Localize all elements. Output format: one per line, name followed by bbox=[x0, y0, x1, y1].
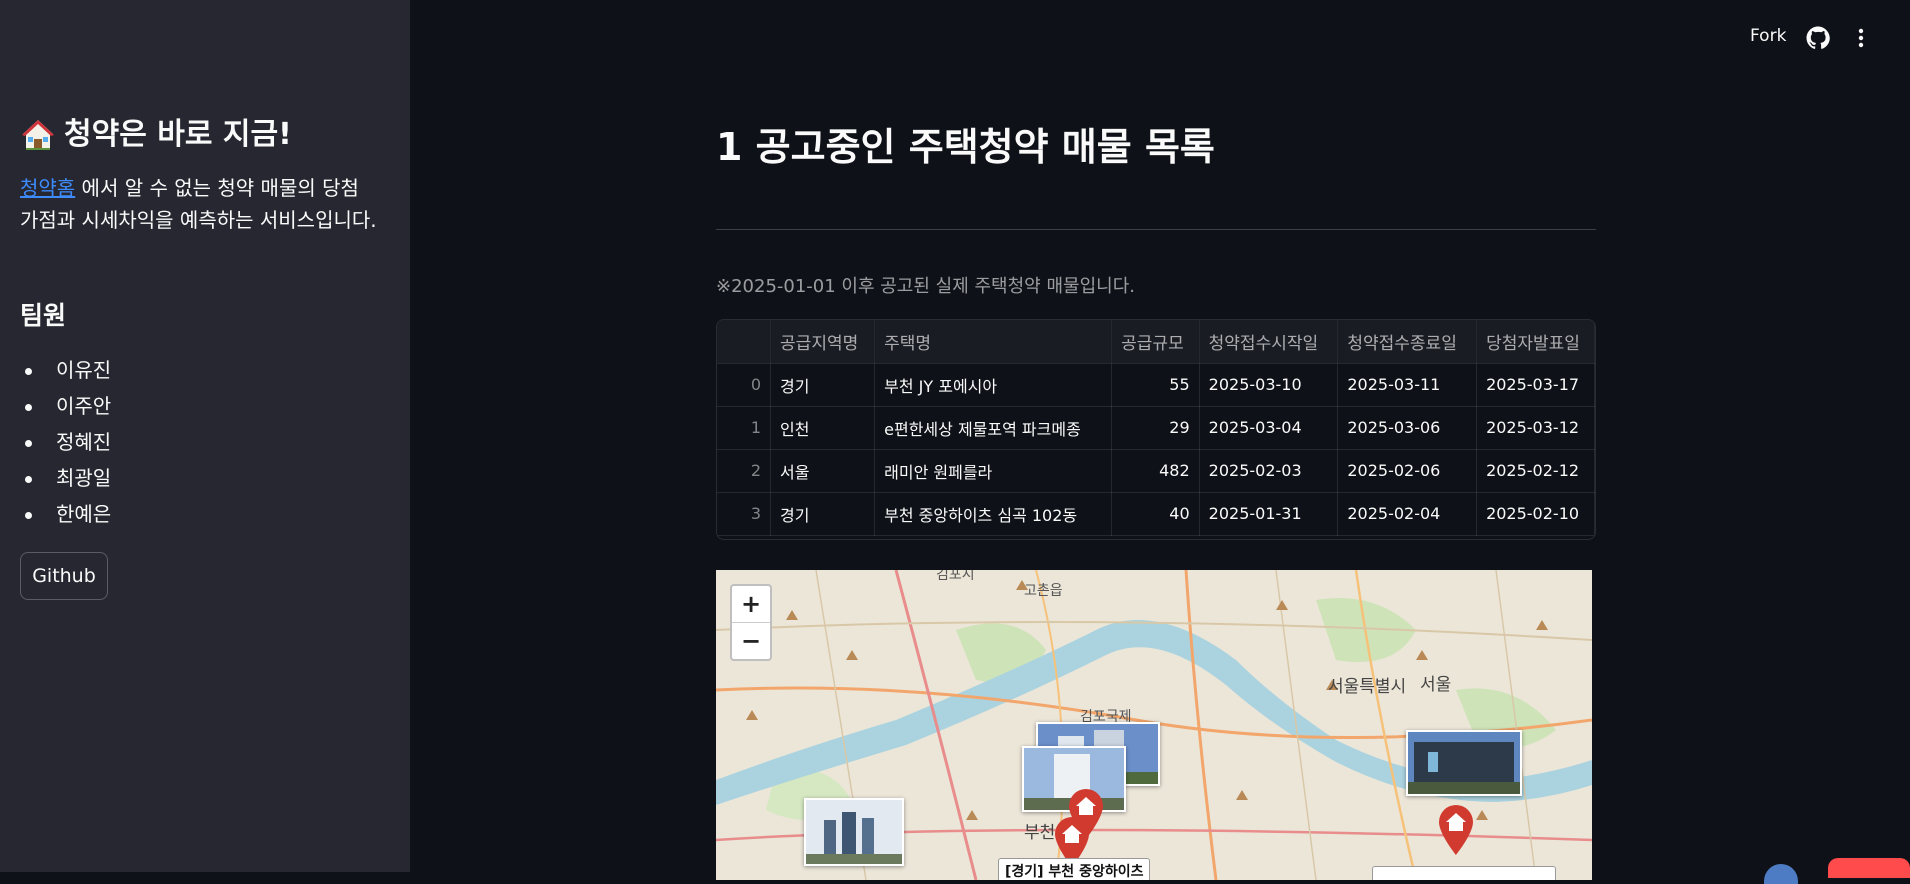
zoom-in-button[interactable]: + bbox=[732, 586, 770, 623]
table-row: 3 경기 부천 중앙하이츠 심곡 102동 40 2025-01-31 2025… bbox=[717, 492, 1595, 536]
table-cell[interactable]: 2025-03-11 bbox=[1337, 363, 1478, 407]
table-cell[interactable]: 서울 bbox=[770, 449, 876, 493]
sidebar-title: 청약은 바로 지금! bbox=[20, 112, 292, 158]
map-label-bucheon: 부천 bbox=[1024, 823, 1056, 843]
table-row: 2 서울 래미안 원페를라 482 2025-02-03 2025-02-06 … bbox=[717, 449, 1595, 493]
more-vertical-icon[interactable] bbox=[1853, 27, 1869, 49]
table-cell[interactable]: 2025-02-03 bbox=[1199, 449, 1339, 493]
sidebar: 청약은 바로 지금! 청약홈 에서 알 수 없는 청약 매물의 당첨 가점과 시… bbox=[0, 0, 410, 872]
fork-button[interactable]: Fork bbox=[1750, 26, 1786, 46]
column-header-supply-size[interactable]: 공급규모 bbox=[1111, 320, 1200, 364]
table-header-row: 공급지역명 주택명 공급규모 청약접수시작일 청약접수종료일 당첨자발표일 bbox=[717, 320, 1595, 364]
column-header-index[interactable] bbox=[717, 320, 772, 364]
table-row: 0 경기 부천 JY 포에시아 55 2025-03-10 2025-03-11… bbox=[717, 363, 1595, 407]
map-label-seoul-special: 서울특별시 bbox=[1328, 677, 1407, 697]
column-header-start-date[interactable]: 청약접수시작일 bbox=[1199, 320, 1339, 364]
manage-app-button[interactable] bbox=[1828, 858, 1910, 878]
list-item: 정혜진 bbox=[20, 424, 111, 460]
table-cell[interactable]: 2025-03-12 bbox=[1476, 406, 1595, 450]
table-cell[interactable]: 부천 중앙하이츠 심곡 102동 bbox=[874, 492, 1113, 536]
zoom-out-button[interactable]: − bbox=[732, 623, 770, 659]
github-icon[interactable] bbox=[1806, 26, 1830, 50]
table-cell[interactable]: 2025-03-17 bbox=[1476, 363, 1595, 407]
house-marker-icon[interactable] bbox=[1436, 804, 1476, 856]
house-emoji-icon bbox=[22, 120, 54, 150]
map-label-seoul: 서울 bbox=[1420, 675, 1452, 695]
table-cell[interactable]: 2025-03-06 bbox=[1337, 406, 1478, 450]
table-cell[interactable]: 55 bbox=[1111, 363, 1200, 407]
table-cell[interactable]: 래미안 원페를라 bbox=[874, 449, 1113, 493]
sidebar-title-text: 청약은 바로 지금! bbox=[64, 117, 292, 152]
table-cell[interactable]: 3 bbox=[717, 492, 772, 536]
table-cell[interactable]: 경기 bbox=[770, 492, 876, 536]
list-item: 한예은 bbox=[20, 496, 111, 532]
listing-thumbnail[interactable] bbox=[1406, 730, 1522, 796]
map-label-gimpo-city: 김포시 bbox=[936, 570, 975, 583]
list-item: 이유진 bbox=[20, 352, 111, 388]
team-heading: 팀원 bbox=[20, 301, 67, 330]
table-cell[interactable]: 부천 JY 포에시아 bbox=[874, 363, 1113, 407]
table-cell[interactable]: 2025-02-04 bbox=[1337, 492, 1478, 536]
column-header-region[interactable]: 공급지역명 bbox=[770, 320, 876, 364]
column-header-house-name[interactable]: 주택명 bbox=[874, 320, 1113, 364]
list-item: 최광일 bbox=[20, 460, 111, 496]
table-cell[interactable]: 2025-01-31 bbox=[1199, 492, 1339, 536]
team-member-list: 이유진 이주안 정혜진 최광일 한예은 bbox=[20, 352, 111, 532]
table-cell[interactable]: 인천 bbox=[770, 406, 876, 450]
map-label-gochon: 고촌읍 bbox=[1024, 583, 1063, 599]
table-cell[interactable]: 1 bbox=[717, 406, 772, 450]
caption: ※2025-01-01 이후 공고된 실제 주택청약 매물입니다. bbox=[716, 276, 1135, 297]
listings-table[interactable]: 공급지역명 주택명 공급규모 청약접수시작일 청약접수종료일 당첨자발표일 0 … bbox=[716, 319, 1596, 540]
table-cell[interactable]: 2025-02-12 bbox=[1476, 449, 1595, 493]
divider bbox=[716, 229, 1596, 230]
github-button[interactable]: Github bbox=[20, 552, 108, 600]
column-header-end-date[interactable]: 청약접수종료일 bbox=[1337, 320, 1478, 364]
table-cell[interactable]: 2025-02-10 bbox=[1476, 492, 1595, 536]
table-cell[interactable]: 29 bbox=[1111, 406, 1200, 450]
floating-action-button[interactable] bbox=[1764, 864, 1798, 884]
listing-thumbnail[interactable] bbox=[804, 798, 904, 866]
table-cell[interactable]: 0 bbox=[717, 363, 772, 407]
list-item: 이주안 bbox=[20, 388, 111, 424]
table-cell[interactable]: e편한세상 제물포역 파크메종 bbox=[874, 406, 1113, 450]
zoom-control: + − bbox=[730, 584, 772, 661]
map-tooltip: [경기] 부천 중앙하이츠 bbox=[998, 858, 1151, 880]
column-header-announce-date[interactable]: 당첨자발표일 bbox=[1476, 320, 1595, 364]
table-row: 1 인천 e편한세상 제물포역 파크메종 29 2025-03-04 2025-… bbox=[717, 406, 1595, 450]
map[interactable]: 김포시 고촌읍 김포국제 서울특별시 서울 부천 [경기] 부천 중앙하이츠 +… bbox=[716, 570, 1592, 880]
table-cell[interactable]: 2025-03-10 bbox=[1199, 363, 1339, 407]
table-cell[interactable]: 2 bbox=[717, 449, 772, 493]
cheongyak-home-link[interactable]: 청약홈 bbox=[20, 176, 75, 200]
table-cell[interactable]: 40 bbox=[1111, 492, 1200, 536]
table-cell[interactable]: 경기 bbox=[770, 363, 876, 407]
table-cell[interactable]: 2025-02-06 bbox=[1337, 449, 1478, 493]
sidebar-description: 청약홈 에서 알 수 없는 청약 매물의 당첨 가점과 시세차익을 예측하는 서… bbox=[20, 172, 380, 236]
table-cell[interactable]: 482 bbox=[1111, 449, 1200, 493]
page-title: 1 공고중인 주택청약 매물 목록 bbox=[716, 125, 1215, 169]
table-cell[interactable]: 2025-03-04 bbox=[1199, 406, 1339, 450]
map-tooltip-partial bbox=[1372, 866, 1556, 880]
